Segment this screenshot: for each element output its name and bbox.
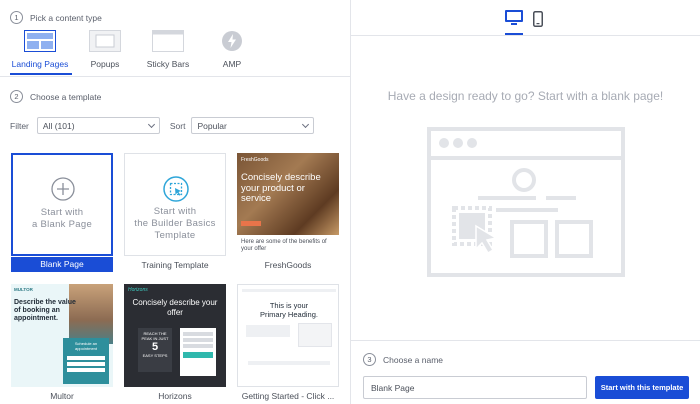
step-1: 1 Pick a content type [10,11,102,24]
template-caption-freshgoods[interactable]: FreshGoods [237,260,339,270]
horizons-form-field [183,332,213,336]
multor-form-field [67,362,105,366]
horizons-badge-top: REACH THE PEAK IN JUST [141,331,169,341]
divider [0,76,350,77]
builder-select-icon [163,176,189,202]
step-label: Choose a template [30,91,102,102]
template-picker-panel: 1 Pick a content type Landing Pages Popu… [0,0,350,404]
multor-form-field [67,368,105,372]
template-card-training[interactable]: Start with the Builder Basics Template [124,153,226,256]
step-label: Choose a name [383,354,444,365]
popup-icon [89,30,121,52]
step-number: 2 [10,90,23,103]
blank-page-prompt: Have a design ready to go? Start with a … [387,89,664,103]
template-caption-getting-started[interactable]: Getting Started - Click ... [237,391,339,401]
multor-form-field [67,356,105,360]
sort-value: Popular [197,121,227,131]
training-card-line3: Template [154,230,196,241]
filter-select[interactable]: All (101) [36,117,160,134]
horizons-headline: Concisely describe your offer [132,298,218,317]
content-type-popups[interactable]: Popups [70,28,140,74]
landing-page-icon [24,30,56,52]
desktop-icon[interactable] [505,10,523,26]
sort-label: Sort [169,120,186,131]
template-card-horizons[interactable]: Horizons Concisely describe your offer R… [124,284,226,387]
content-type-label: Landing Pages [11,59,69,69]
active-tab-indicator [10,73,72,75]
freshgoods-cta [241,221,261,226]
horizons-brand: Horizons [128,287,148,293]
content-type-label: Sticky Bars [146,59,190,69]
filter-row: Filter All (101) Sort Popular [10,117,315,134]
horizons-badge: REACH THE PEAK IN JUST 5 EASY STEPS [138,328,172,372]
multor-form-title: Schedule an appointment [74,341,98,351]
blank-card-text: Start with a Blank Page [13,207,111,231]
training-card-line1: Start with [153,206,197,217]
multor-headline: Describe the value of booking an appoint… [14,299,76,322]
name-section: 3 Choose a name Start with this template [351,340,700,404]
blank-card-line1: Start with [40,207,84,218]
horizons-badge-number: 5 [151,341,159,353]
mobile-icon[interactable] [533,11,543,27]
gs-nav-bar [242,289,336,292]
multor-brand: MULTOR [14,287,33,292]
blank-card-line2: a Blank Page [31,219,93,230]
sticky-bar-icon [152,30,184,52]
template-card-multor[interactable]: MULTOR Describe the value of booking an … [11,284,113,387]
freshgoods-subtext: Here are some of the benefits of your of… [241,239,327,252]
gs-logo-row [248,361,330,365]
preview-panel: Have a design ready to go? Start with a … [351,0,700,404]
amp-lightning-icon [222,31,242,51]
training-card-line2: the Builder Basics [134,218,216,229]
step-number: 3 [363,353,376,366]
content-type-label: AMP [222,59,242,69]
freshgoods-headline: Concisely describe your product or servi… [241,172,321,204]
device-toggle-bar [351,0,700,36]
template-card-getting-started[interactable]: This is your Primary Heading. [237,284,339,387]
gs-form-block [298,323,332,347]
step-2: 2 Choose a template [10,90,101,103]
template-card-freshgoods[interactable]: FreshGoods Concisely describe your produ… [237,153,339,256]
horizons-form-field [183,344,213,348]
start-with-template-button[interactable]: Start with this template [595,376,689,399]
filter-value: All (101) [42,121,75,131]
template-caption-multor[interactable]: Multor [11,391,113,401]
app-root: 1 Pick a content type Landing Pages Popu… [0,0,700,404]
filter-label: Filter [10,120,29,131]
content-type-landing-pages[interactable]: Landing Pages [5,28,75,74]
horizons-form [180,328,216,376]
step-3: 3 Choose a name [363,353,443,366]
step-number: 1 [10,11,23,24]
content-type-label: Popups [90,59,120,69]
template-caption-training[interactable]: Training Template [124,260,226,270]
horizons-badge-bottom: EASY STEPS [142,353,168,358]
freshgoods-brand: FreshGoods [241,157,269,163]
gs-headline-line2: Primary Heading. [260,310,318,319]
horizons-form-button [183,352,213,358]
content-type-sticky-bars[interactable]: Sticky Bars [133,28,203,74]
multor-form: Schedule an appointment [63,338,109,384]
template-caption-horizons[interactable]: Horizons [124,391,226,401]
chevron-down-icon [302,120,310,129]
gs-text-block [246,325,290,337]
content-type-selector: Landing Pages Popups Sticky Bars AMP [0,28,350,76]
active-device-indicator [505,33,523,35]
content-type-amp[interactable]: AMP [197,28,267,74]
template-card-blank[interactable]: Start with a Blank Page [11,153,113,256]
horizons-form-field [183,338,213,342]
chevron-down-icon [147,120,155,129]
template-caption-blank[interactable]: Blank Page [11,257,113,272]
step-label: Pick a content type [30,12,102,23]
blank-page-illustration [427,127,625,277]
gs-headline-line1: This is your [269,301,309,310]
plus-circle-icon [51,177,75,201]
page-name-input[interactable] [363,376,587,399]
gs-headline: This is your Primary Heading. [238,301,338,319]
training-card-text: Start with the Builder Basics Template [125,206,225,242]
sort-select[interactable]: Popular [191,117,315,134]
